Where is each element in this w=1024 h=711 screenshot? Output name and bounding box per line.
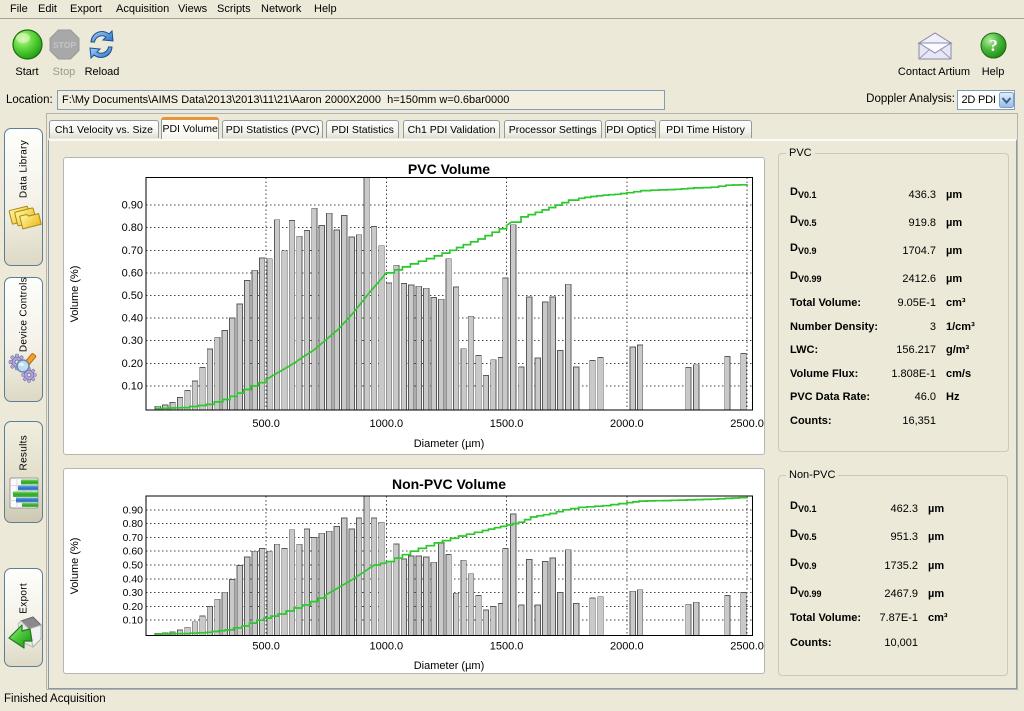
svg-text:2000.0: 2000.0 — [610, 640, 644, 652]
svg-text:0.10: 0.10 — [123, 614, 144, 626]
svg-text:0.10: 0.10 — [122, 380, 143, 392]
svg-text:0.30: 0.30 — [122, 335, 143, 347]
svg-text:2500.0: 2500.0 — [730, 418, 764, 430]
svg-text:0.90: 0.90 — [122, 200, 143, 212]
svg-text:1000.0: 1000.0 — [369, 640, 403, 652]
svg-text:Volume (%): Volume (%) — [69, 537, 81, 594]
svg-text:1000.0: 1000.0 — [369, 418, 403, 430]
svg-text:0.20: 0.20 — [122, 358, 143, 370]
svg-text:0.40: 0.40 — [122, 313, 143, 325]
svg-text:PVC Volume: PVC Volume — [408, 161, 490, 177]
svg-text:500.0: 500.0 — [252, 418, 280, 430]
svg-text:Non-PVC Volume: Non-PVC Volume — [392, 476, 506, 492]
svg-text:Diameter (µm): Diameter (µm) — [414, 660, 485, 672]
svg-text:0.80: 0.80 — [122, 222, 143, 234]
svg-text:0.50: 0.50 — [123, 559, 144, 571]
svg-text:0.20: 0.20 — [123, 600, 144, 612]
svg-text:0.30: 0.30 — [123, 587, 144, 599]
svg-text:0.70: 0.70 — [122, 245, 143, 257]
svg-text:0.60: 0.60 — [122, 267, 143, 279]
svg-text:Diameter (µm): Diameter (µm) — [414, 438, 485, 450]
svg-text:1500.0: 1500.0 — [490, 418, 524, 430]
svg-text:0.50: 0.50 — [122, 290, 143, 302]
svg-text:1500.0: 1500.0 — [490, 640, 524, 652]
svg-text:0.60: 0.60 — [123, 545, 144, 557]
svg-text:0.80: 0.80 — [123, 518, 144, 530]
svg-text:?: ? — [989, 36, 998, 55]
svg-text:0.90: 0.90 — [123, 504, 144, 516]
svg-text:0.70: 0.70 — [123, 531, 144, 543]
svg-text:2500.0: 2500.0 — [730, 640, 764, 652]
svg-text:STOP: STOP — [53, 40, 76, 50]
svg-text:500.0: 500.0 — [252, 640, 280, 652]
svg-text:Volume (%): Volume (%) — [69, 266, 81, 323]
svg-text:0.40: 0.40 — [123, 573, 144, 585]
svg-text:2000.0: 2000.0 — [610, 418, 644, 430]
